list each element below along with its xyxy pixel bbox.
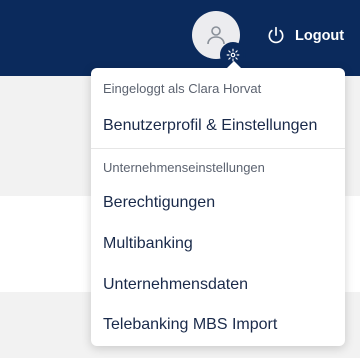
menu-item-profile[interactable]: Benutzerprofil & Einstellungen bbox=[103, 117, 317, 135]
user-dropdown-menu: Eingeloggt als Clara Horvat Benutzerprof… bbox=[91, 61, 345, 346]
menu-item-multibanking[interactable]: Multibanking bbox=[103, 235, 193, 253]
menu-item-telebanking-import[interactable]: Telebanking MBS Import bbox=[103, 316, 277, 334]
menu-item-company-data[interactable]: Unternehmensdaten bbox=[103, 276, 248, 294]
menu-item-permissions[interactable]: Berechtigungen bbox=[103, 194, 215, 212]
user-avatar-button[interactable] bbox=[192, 11, 246, 68]
logged-in-as-label: Eingeloggt als Clara Horvat bbox=[103, 81, 262, 96]
company-section-label: Unternehmenseinstellungen bbox=[103, 160, 265, 175]
logout-button[interactable]: Logout bbox=[266, 23, 344, 49]
menu-divider bbox=[91, 148, 345, 149]
logout-label: Logout bbox=[295, 28, 345, 44]
gear-icon bbox=[226, 48, 240, 62]
user-icon bbox=[207, 26, 225, 45]
menu-caret bbox=[227, 61, 241, 68]
power-icon bbox=[266, 26, 286, 46]
